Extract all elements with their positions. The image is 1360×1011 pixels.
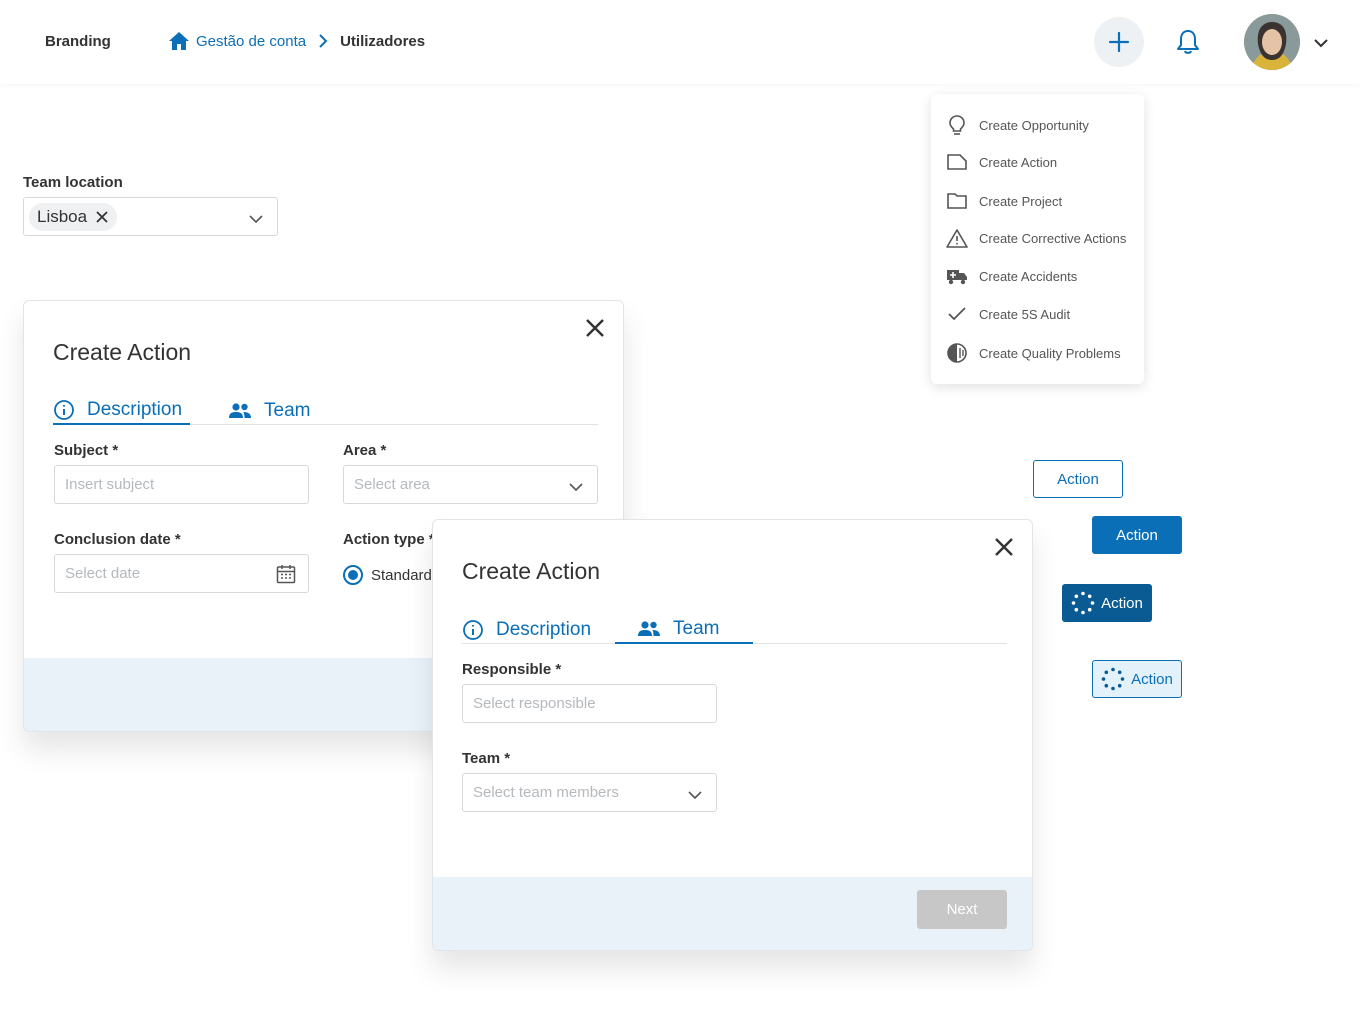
chevron-down-icon [249, 211, 263, 229]
people-icon [229, 403, 251, 418]
close-icon[interactable] [95, 210, 109, 224]
info-icon [54, 400, 74, 420]
conclusion-date-placeholder: Select date [65, 565, 141, 582]
chevron-right-icon [318, 34, 328, 48]
tab-team[interactable]: Team [615, 616, 753, 644]
subject-input[interactable]: Insert subject [54, 465, 309, 504]
responsible-select[interactable]: Select responsible [462, 684, 717, 723]
breadcrumb-home-link[interactable]: Gestão de conta [168, 31, 306, 51]
menu-item-label: Create Quality Problems [979, 345, 1121, 361]
menu-item-create-accidents[interactable]: Create Accidents [945, 264, 1077, 288]
action-button-label: Action [1131, 670, 1173, 688]
close-icon[interactable] [992, 535, 1016, 559]
action-type-standard-radio[interactable]: Standard [343, 565, 432, 585]
top-header: Branding Gestão de conta Utilizadores [0, 0, 1360, 84]
team-members-placeholder: Select team members [473, 784, 619, 801]
spinner-icon [1071, 591, 1095, 615]
menu-item-create-corrective-actions[interactable]: Create Corrective Actions [945, 226, 1126, 250]
notifications-button[interactable] [1175, 28, 1201, 61]
people-icon [638, 621, 660, 636]
radio-label: Standard [371, 566, 432, 584]
menu-item-create-project[interactable]: Create Project [945, 189, 1062, 213]
responsible-label: Responsible * [462, 661, 562, 678]
create-dropdown-menu: Create Opportunity Create Action Create … [931, 94, 1144, 384]
menu-item-create-quality-problems[interactable]: Create Quality Problems [945, 341, 1121, 365]
responsible-placeholder: Select responsible [473, 695, 596, 712]
avatar-image [1244, 14, 1300, 70]
folder-icon [945, 189, 969, 213]
menu-item-label: Create Corrective Actions [979, 230, 1127, 246]
modal-title: Create Action [462, 558, 601, 584]
bell-icon [1177, 30, 1199, 54]
user-avatar[interactable] [1244, 14, 1300, 70]
chevron-down-icon [688, 787, 702, 804]
team-location-chip: Lisboa [29, 203, 118, 231]
action-button-outline[interactable]: Action [1033, 460, 1123, 498]
ambulance-icon [945, 264, 969, 288]
account-menu-chevron-icon[interactable] [1314, 35, 1328, 53]
create-action-modal-team: Create Action Description Team Responsib… [432, 519, 1033, 951]
document-icon [945, 150, 969, 174]
warning-icon [945, 226, 969, 250]
plus-icon [1108, 31, 1130, 53]
tab-label: Team [673, 618, 720, 639]
menu-item-label: Create Accidents [979, 268, 1078, 284]
check-icon [945, 302, 969, 326]
breadcrumb-home-label: Gestão de conta [196, 32, 307, 50]
spinner-icon [1101, 667, 1125, 691]
team-label: Team * [462, 750, 511, 767]
breadcrumb-current: Utilizadores [340, 32, 426, 50]
area-placeholder: Select area [354, 476, 430, 493]
close-icon[interactable] [583, 316, 607, 340]
breadcrumb: Gestão de conta Utilizadores [168, 31, 425, 51]
team-location-select[interactable]: Lisboa [23, 197, 278, 236]
half-circle-icon [945, 341, 969, 365]
team-location-label: Team location [23, 174, 123, 191]
action-button-label: Action [1116, 526, 1158, 544]
home-icon [169, 32, 189, 50]
area-label: Area * [343, 442, 387, 459]
lightbulb-icon [945, 113, 969, 137]
tab-label: Team [264, 400, 311, 421]
subject-label: Subject * [54, 442, 119, 459]
modal-footer: Next [433, 877, 1032, 950]
tab-label: Description [87, 399, 183, 420]
tab-team[interactable]: Team [228, 397, 310, 425]
menu-item-label: Create Opportunity [979, 117, 1089, 133]
action-button-label: Action [1057, 470, 1099, 488]
calendar-icon[interactable] [276, 564, 296, 588]
team-members-select[interactable]: Select team members [462, 773, 717, 812]
info-icon [463, 620, 483, 640]
next-button[interactable]: Next [917, 890, 1007, 929]
action-button-loading-light[interactable]: Action [1092, 660, 1182, 698]
brand-logo[interactable]: Branding [45, 33, 111, 50]
radio-selected-icon [343, 565, 363, 585]
action-button-loading-dark[interactable]: Action [1062, 584, 1152, 622]
menu-item-label: Create Action [979, 154, 1058, 170]
menu-item-create-5s-audit[interactable]: Create 5S Audit [945, 302, 1070, 326]
subject-placeholder: Insert subject [65, 476, 155, 493]
chip-label: Lisboa [37, 207, 88, 226]
menu-item-create-action[interactable]: Create Action [945, 150, 1057, 174]
action-button-label: Action [1101, 594, 1143, 612]
menu-item-label: Create Project [979, 193, 1063, 209]
tab-description[interactable]: Description [53, 397, 190, 425]
modal-title: Create Action [53, 339, 192, 365]
create-button[interactable] [1094, 17, 1144, 67]
chevron-down-icon [569, 479, 583, 496]
tab-description[interactable]: Description [462, 616, 591, 644]
menu-item-create-opportunity[interactable]: Create Opportunity [945, 113, 1089, 137]
conclusion-date-label: Conclusion date * [54, 531, 181, 548]
conclusion-date-picker[interactable]: Select date [54, 554, 309, 593]
area-select[interactable]: Select area [343, 465, 598, 504]
action-button-filled[interactable]: Action [1092, 516, 1182, 554]
menu-item-label: Create 5S Audit [979, 306, 1071, 322]
action-type-label: Action type * [343, 531, 435, 548]
tab-label: Description [496, 619, 592, 640]
